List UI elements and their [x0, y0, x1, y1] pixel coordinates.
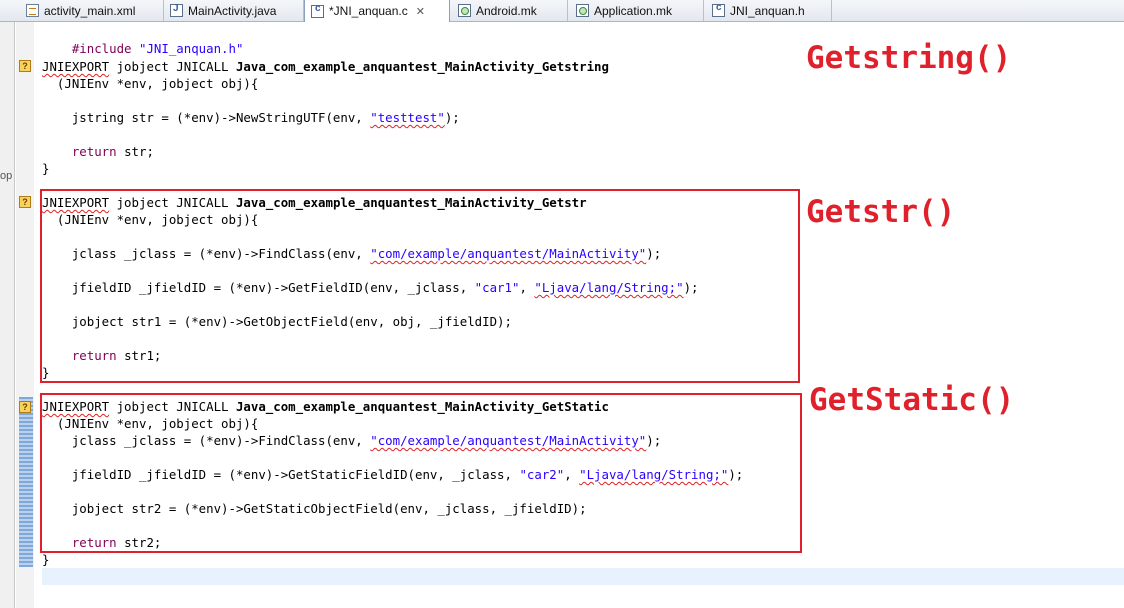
- change-indicator-bar: [19, 397, 33, 567]
- mk-file-icon: [458, 4, 471, 17]
- code-line-params: (JNIEnv *env, jobject obj){: [42, 76, 259, 91]
- code-line-include: #include "JNI_anquan.h": [42, 25, 244, 56]
- tab-jni-anquan-c[interactable]: *JNI_anquan.c ✕: [304, 0, 450, 22]
- tab-jni-anquan-h[interactable]: JNI_anquan.h: [706, 0, 832, 21]
- edge-text: op: [0, 170, 13, 182]
- tab-label: Application.mk: [594, 3, 673, 18]
- tab-label: Android.mk: [476, 3, 537, 18]
- tab-label: activity_main.xml: [44, 3, 136, 18]
- editor-tab-bar: activity_main.xml MainActivity.java *JNI…: [0, 0, 1124, 22]
- code-text: jstring str = (*env)->NewStringUTF(env,: [42, 110, 371, 125]
- code-line: jstring str = (*env)->NewStringUTF(env, …: [42, 110, 460, 126]
- tab-label: *JNI_anquan.c: [329, 4, 408, 18]
- return-keyword: return: [71, 144, 117, 159]
- code-line-signature: JNIEXPORT jobject JNICALL Java_com_examp…: [42, 59, 609, 75]
- tab-activity-main-xml[interactable]: activity_main.xml: [20, 0, 164, 21]
- code-line-close: }: [42, 161, 50, 176]
- warning-marker-icon[interactable]: ?: [19, 60, 31, 72]
- annotation-getstatic: GetStatic(): [809, 382, 1015, 418]
- current-line-highlight: [42, 568, 1124, 585]
- tab-android-mk[interactable]: Android.mk: [452, 0, 568, 21]
- annotation-getstr: Getstr(): [806, 194, 956, 230]
- annotation-getstring: Getstring(): [806, 40, 1012, 76]
- string-literal: "testtest": [370, 110, 445, 125]
- export-macro: JNIEXPORT: [42, 59, 110, 74]
- tab-main-activity-java[interactable]: MainActivity.java: [164, 0, 304, 21]
- h-file-icon: [712, 2, 725, 17]
- tab-label: MainActivity.java: [188, 3, 277, 18]
- function-name: Java_com_example_anquantest_MainActivity…: [235, 59, 609, 74]
- code-line-return: return str;: [42, 144, 154, 160]
- code-text: str;: [116, 144, 154, 159]
- warning-marker-icon[interactable]: ?: [19, 401, 31, 413]
- tab-label: JNI_anquan.h: [730, 3, 805, 18]
- xml-file-icon: [26, 4, 39, 17]
- signature-text: jobject JNICALL: [109, 59, 236, 74]
- code-text: );: [444, 110, 460, 125]
- java-file-icon: [170, 3, 183, 17]
- close-icon[interactable]: ✕: [416, 5, 425, 18]
- warning-marker-icon[interactable]: ?: [19, 196, 31, 208]
- preprocessor-directive: #include: [71, 41, 132, 56]
- highlight-box-getstatic: [40, 393, 802, 553]
- code-line-close: }: [42, 552, 50, 567]
- include-file: "JNI_anquan.h": [139, 41, 244, 56]
- tab-application-mk[interactable]: Application.mk: [570, 0, 704, 21]
- highlight-box-getstr: [40, 189, 800, 383]
- package-explorer-edge: op: [0, 22, 15, 608]
- mk-file-icon: [576, 4, 589, 17]
- c-file-icon: [311, 3, 324, 18]
